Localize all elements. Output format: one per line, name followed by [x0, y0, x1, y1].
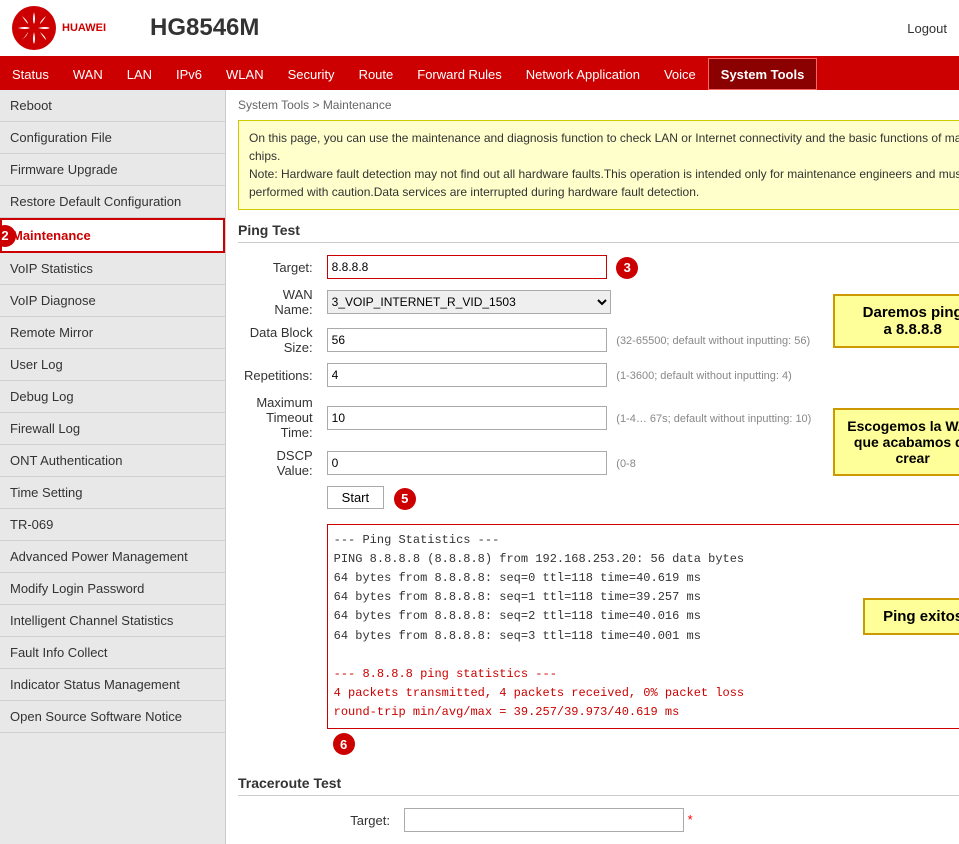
- info-line1: On this page, you can use the maintenanc…: [249, 131, 959, 163]
- callout-daremos-ping: Daremos pinga 8.8.8.8: [833, 294, 959, 348]
- nav-wan[interactable]: WAN: [61, 58, 115, 90]
- breadcrumb: System Tools > Maintenance: [238, 98, 959, 112]
- brand-label: HUAWEI: [62, 22, 106, 34]
- output-line4: 64 bytes from 8.8.8.8: seq=1 ttl=118 tim…: [334, 590, 701, 604]
- nav-system-tools[interactable]: System Tools: [708, 58, 818, 90]
- ping-test-title: Ping Test: [238, 222, 959, 243]
- nav-wlan[interactable]: WLAN: [214, 58, 276, 90]
- dscp-hint: (0-8: [616, 458, 636, 470]
- nav-lan[interactable]: LAN: [115, 58, 164, 90]
- info-line2: Note: Hardware fault detection may not f…: [249, 167, 959, 199]
- sidebar-item-ont-auth[interactable]: ONT Authentication: [0, 445, 225, 477]
- target-input[interactable]: [327, 255, 607, 279]
- repetitions-hint: (1-3600; default without inputting: 4): [616, 370, 792, 382]
- nav-voice[interactable]: Voice: [652, 58, 708, 90]
- nav-ipv6[interactable]: IPv6: [164, 58, 214, 90]
- output-line3: 64 bytes from 8.8.8.8: seq=0 ttl=118 tim…: [334, 571, 701, 585]
- layout: Reboot Configuration File Firmware Upgra…: [0, 90, 959, 844]
- output-line9: 4 packets transmitted, 4 packets receive…: [334, 686, 744, 700]
- sidebar-item-debug-log[interactable]: Debug Log: [0, 381, 225, 413]
- nav-route[interactable]: Route: [347, 58, 406, 90]
- traceroute-target-input[interactable]: [404, 808, 684, 832]
- sidebar-item-modify-login[interactable]: Modify Login Password: [0, 573, 225, 605]
- traceroute-target-row: Target: *: [238, 804, 959, 836]
- sidebar-item-firmware[interactable]: Firmware Upgrade: [0, 154, 225, 186]
- traceroute-target-label: Target:: [238, 804, 398, 836]
- sidebar-item-user-log[interactable]: User Log: [0, 349, 225, 381]
- callout-escoger-wan: Escogemos la WANque acabamos decrear: [833, 408, 959, 476]
- start-button[interactable]: Start: [327, 486, 384, 509]
- required-star: *: [688, 812, 693, 827]
- logo-area: HUAWEI: [0, 4, 140, 52]
- target-row: Target: 3: [238, 251, 959, 283]
- sidebar-item-maintenance[interactable]: Maintenance 2: [0, 218, 225, 253]
- sidebar-item-indicator-status[interactable]: Indicator Status Management: [0, 669, 225, 701]
- nav-network-application[interactable]: Network Application: [514, 58, 652, 90]
- badge-5: 5: [394, 488, 416, 510]
- repetitions-label: Repetitions:: [238, 359, 321, 391]
- nav-security[interactable]: Security: [276, 58, 347, 90]
- max-timeout-label: Maximum Timeout Time:: [238, 391, 321, 444]
- sidebar: Reboot Configuration File Firmware Upgra…: [0, 90, 226, 844]
- repetitions-input[interactable]: [327, 363, 607, 387]
- wan-name-select[interactable]: 3_VOIP_INTERNET_R_VID_1503: [327, 290, 611, 314]
- sidebar-item-config-file[interactable]: Configuration File: [0, 122, 225, 154]
- data-block-input[interactable]: [327, 328, 607, 352]
- start-btn-row: Start 5: [238, 482, 959, 514]
- main-nav: Status WAN LAN IPv6 WLAN Security Route …: [0, 58, 959, 90]
- sidebar-item-time-setting[interactable]: Time Setting: [0, 477, 225, 509]
- sidebar-item-reboot[interactable]: Reboot: [0, 90, 225, 122]
- sidebar-item-remote-mirror[interactable]: Remote Mirror: [0, 317, 225, 349]
- dscp-label: DSCP Value:: [238, 444, 321, 482]
- max-timeout-hint: (1-4… 67s; default without inputting: 10…: [616, 413, 811, 425]
- sidebar-item-adv-power[interactable]: Advanced Power Management: [0, 541, 225, 573]
- sidebar-item-intelligent-ch[interactable]: Intelligent Channel Statistics: [0, 605, 225, 637]
- sidebar-item-voip-diagnose[interactable]: VoIP Diagnose: [0, 285, 225, 317]
- sidebar-item-open-source[interactable]: Open Source Software Notice: [0, 701, 225, 733]
- output-line2: PING 8.8.8.8 (8.8.8.8) from 192.168.253.…: [334, 552, 744, 566]
- logout-button[interactable]: Logout: [907, 21, 947, 36]
- info-box: On this page, you can use the maintenanc…: [238, 120, 959, 210]
- output-line1: --- Ping Statistics ---: [334, 533, 500, 547]
- header: HUAWEI HG8546M Logout: [0, 0, 959, 58]
- sidebar-item-fault-info[interactable]: Fault Info Collect: [0, 637, 225, 669]
- sidebar-item-firewall-log[interactable]: Firewall Log: [0, 413, 225, 445]
- content-wrapper: System Tools > Maintenance On this page,…: [238, 98, 959, 836]
- model-name: HG8546M: [140, 14, 907, 42]
- output-line6: 64 bytes from 8.8.8.8: seq=3 ttl=118 tim…: [334, 629, 701, 643]
- sidebar-badge-2: 2: [0, 225, 16, 247]
- traceroute-section: Traceroute Test Target: *: [238, 775, 959, 836]
- nav-forward-rules[interactable]: Forward Rules: [405, 58, 514, 90]
- callout-ping-exitoso: Ping exitoso: [863, 598, 959, 635]
- sidebar-item-tr069[interactable]: TR-069: [0, 509, 225, 541]
- wan-name-label: WAN Name:: [238, 283, 321, 321]
- badge-3: 3: [616, 257, 638, 279]
- badge-6: 6: [333, 733, 355, 755]
- data-block-label: Data Block Size:: [238, 321, 321, 359]
- main-content: System Tools > Maintenance On this page,…: [226, 90, 959, 844]
- traceroute-title: Traceroute Test: [238, 775, 959, 796]
- output-line8: --- 8.8.8.8 ping statistics ---: [334, 667, 557, 681]
- huawei-logo-icon: [10, 4, 58, 52]
- target-label: Target:: [238, 251, 321, 283]
- dscp-input[interactable]: [327, 451, 607, 475]
- output-line5: 64 bytes from 8.8.8.8: seq=2 ttl=118 tim…: [334, 609, 701, 623]
- nav-status[interactable]: Status: [0, 58, 61, 90]
- sidebar-item-restore[interactable]: Restore Default Configuration: [0, 186, 225, 218]
- repetitions-row: Repetitions: (1-3600; default without in…: [238, 359, 959, 391]
- output-row: --- Ping Statistics --- PING 8.8.8.8 (8.…: [238, 514, 959, 760]
- data-block-hint: (32-65500; default without inputting: 56…: [616, 335, 810, 347]
- max-timeout-input[interactable]: [327, 406, 607, 430]
- traceroute-form: Target: *: [238, 804, 959, 836]
- output-line10: round-trip min/avg/max = 39.257/39.973/4…: [334, 705, 680, 719]
- sidebar-item-voip-stats[interactable]: VoIP Statistics: [0, 253, 225, 285]
